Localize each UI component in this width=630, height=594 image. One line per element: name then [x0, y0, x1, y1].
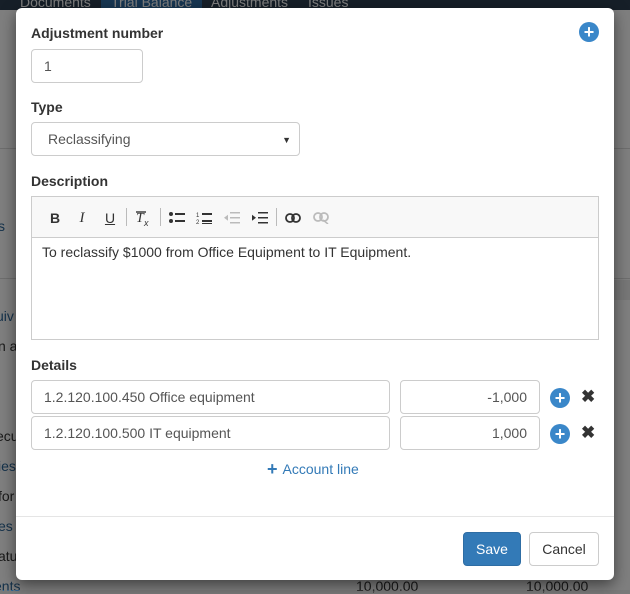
toolbar-separator	[276, 208, 277, 226]
numbered-list-icon[interactable]: 12	[195, 209, 213, 227]
amount-input[interactable]: -1,000	[400, 380, 540, 414]
outdent-icon[interactable]	[223, 209, 241, 227]
close-icon[interactable]: ✖	[581, 424, 595, 441]
add-line-icon[interactable]: +	[550, 424, 570, 444]
amount-value: 1,000	[491, 425, 527, 441]
toolbar-separator	[160, 208, 161, 226]
type-select[interactable]: Reclassifying ▼	[31, 122, 300, 156]
save-button[interactable]: Save	[463, 532, 521, 566]
editor-toolbar: B I U Tx 12	[32, 197, 598, 238]
link-icon[interactable]	[284, 209, 302, 227]
description-editor[interactable]: B I U Tx 12 To reclassify $1000 from Off…	[31, 196, 599, 340]
add-account-line-label: Account line	[282, 461, 359, 477]
adjustment-number-label: Adjustment number	[31, 25, 164, 41]
chevron-down-icon: ▼	[282, 135, 291, 145]
italic-icon[interactable]: I	[73, 209, 91, 227]
account-input[interactable]: 1.2.120.100.450 Office equipment	[31, 380, 390, 414]
add-line-icon[interactable]: +	[550, 388, 570, 408]
add-account-line-link[interactable]: + Account line	[267, 460, 359, 478]
toolbar-separator	[126, 208, 127, 226]
adjustment-number-input[interactable]: 1	[31, 49, 143, 83]
plus-icon: +	[267, 459, 278, 479]
amount-input[interactable]: 1,000	[400, 416, 540, 450]
svg-text:x: x	[143, 218, 149, 227]
clear-format-icon[interactable]: Tx	[134, 209, 152, 227]
modal-footer-divider	[16, 516, 614, 517]
add-adjustment-icon[interactable]: +	[579, 22, 599, 42]
svg-text:2: 2	[196, 220, 200, 225]
bullet-list-icon[interactable]	[168, 209, 186, 227]
amount-value: -1,000	[487, 389, 527, 405]
type-select-value: Reclassifying	[48, 131, 131, 147]
description-label: Description	[31, 173, 109, 189]
svg-text:1: 1	[196, 213, 200, 219]
bold-icon[interactable]: B	[46, 209, 64, 227]
underline-icon[interactable]: U	[101, 209, 119, 227]
adjustment-number-value: 1	[44, 58, 52, 74]
account-value: 1.2.120.100.500 IT equipment	[44, 425, 231, 441]
adjustment-modal: Adjustment number + 1 Type Reclassifying…	[16, 8, 614, 580]
account-input[interactable]: 1.2.120.100.500 IT equipment	[31, 416, 390, 450]
account-value: 1.2.120.100.450 Office equipment	[44, 389, 255, 405]
indent-icon[interactable]	[251, 209, 269, 227]
details-label: Details	[31, 357, 77, 373]
unlink-icon[interactable]	[312, 209, 330, 227]
description-text: To reclassify $1000 from Office Equipmen…	[42, 244, 412, 260]
type-label: Type	[31, 99, 63, 115]
cancel-button[interactable]: Cancel	[529, 532, 599, 566]
close-icon[interactable]: ✖	[581, 388, 595, 405]
